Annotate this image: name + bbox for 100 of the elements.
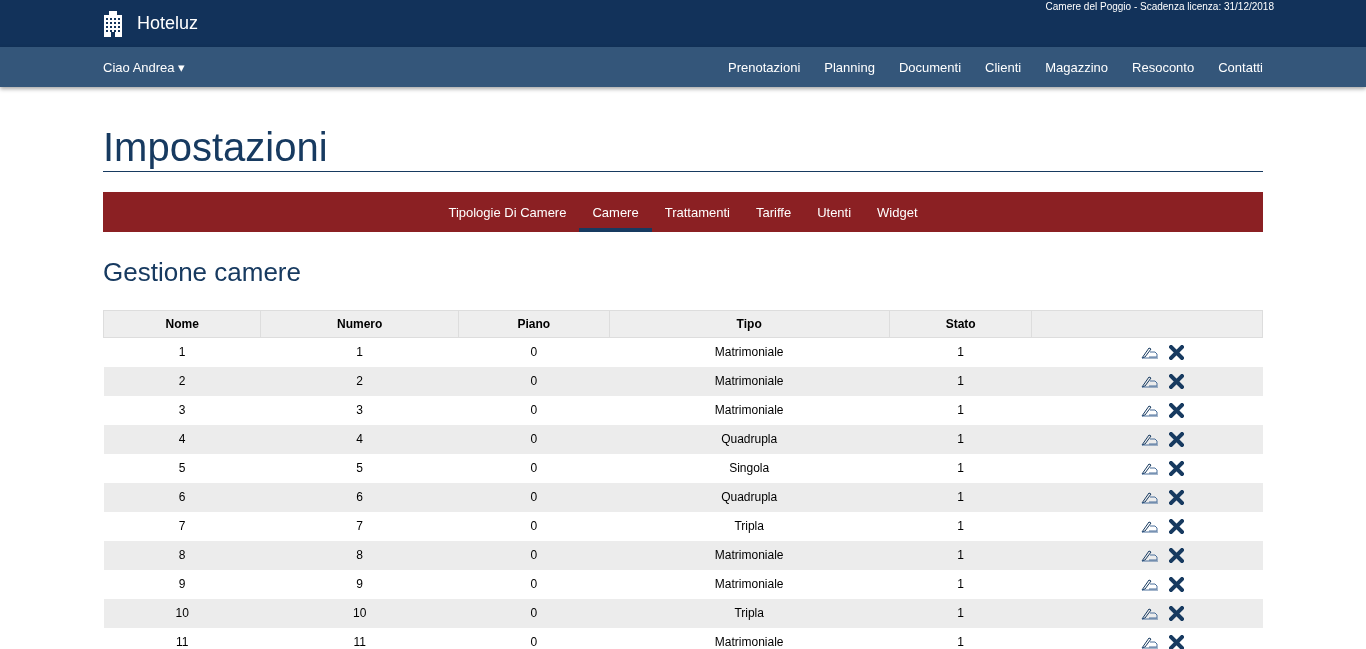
pen-hand-icon[interactable] bbox=[1140, 577, 1159, 591]
column-header: Numero bbox=[260, 310, 459, 338]
delete-icon[interactable] bbox=[1168, 402, 1184, 418]
table-cell: Tripla bbox=[609, 511, 890, 541]
pen-hand-icon[interactable] bbox=[1140, 403, 1159, 417]
table-cell: 5 bbox=[260, 453, 459, 483]
column-header: Tipo bbox=[609, 310, 890, 338]
pen-hand-icon[interactable] bbox=[1140, 432, 1159, 446]
table-cell: 11 bbox=[103, 627, 261, 649]
column-header: Stato bbox=[889, 310, 1032, 338]
nav-link[interactable]: Resoconto bbox=[1120, 59, 1207, 75]
table-cell: 0 bbox=[458, 337, 609, 367]
table-cell: 1 bbox=[889, 337, 1032, 367]
table-cell: 3 bbox=[260, 395, 459, 425]
table-cell: 0 bbox=[458, 482, 609, 512]
table-cell: 0 bbox=[458, 395, 609, 425]
table-cell: 0 bbox=[458, 569, 609, 599]
table-cell: 4 bbox=[103, 424, 261, 454]
table-cell: 9 bbox=[260, 569, 459, 599]
page-title: Impostazioni bbox=[103, 125, 1263, 172]
brand-name[interactable]: Hoteluz bbox=[137, 13, 199, 34]
table-cell: 1 bbox=[889, 627, 1032, 649]
nav-link[interactable]: Clienti bbox=[973, 59, 1034, 75]
table-cell: Matrimoniale bbox=[609, 395, 890, 425]
nav-link[interactable]: Prenotazioni bbox=[716, 59, 813, 75]
table-cell: 2 bbox=[103, 366, 261, 396]
pen-hand-icon[interactable] bbox=[1140, 606, 1159, 620]
pen-hand-icon[interactable] bbox=[1140, 490, 1159, 504]
table-cell: Singola bbox=[609, 453, 890, 483]
delete-icon[interactable] bbox=[1168, 460, 1184, 476]
table-cell: 6 bbox=[260, 482, 459, 512]
table-cell: 1 bbox=[889, 482, 1032, 512]
table-cell: Matrimoniale bbox=[609, 627, 890, 649]
pen-hand-icon[interactable] bbox=[1140, 519, 1159, 533]
table-cell: Matrimoniale bbox=[609, 540, 890, 570]
section-title: Gestione camere bbox=[103, 256, 302, 288]
table-cell: 3 bbox=[103, 395, 261, 425]
table-cell: 0 bbox=[458, 366, 609, 396]
settings-tab[interactable]: Tipologie Di Camere bbox=[435, 192, 580, 232]
user-menu[interactable]: Ciao Andrea ▾ bbox=[103, 59, 186, 75]
table-cell: 7 bbox=[260, 511, 459, 541]
delete-icon[interactable] bbox=[1168, 605, 1184, 621]
table-cell: 7 bbox=[103, 511, 261, 541]
table-cell: Quadrupla bbox=[609, 482, 890, 512]
table-cell: 6 bbox=[103, 482, 261, 512]
table-cell: 4 bbox=[260, 424, 459, 454]
table-cell: 0 bbox=[458, 540, 609, 570]
nav-link[interactable]: Magazzino bbox=[1033, 59, 1121, 75]
delete-icon[interactable] bbox=[1168, 518, 1184, 534]
table-cell: 5 bbox=[103, 453, 261, 483]
delete-icon[interactable] bbox=[1168, 373, 1184, 389]
table-cell: 11 bbox=[260, 627, 459, 649]
table-cell: Matrimoniale bbox=[609, 366, 890, 396]
table-cell: 2 bbox=[260, 366, 459, 396]
nav-link[interactable]: Planning bbox=[812, 59, 887, 75]
table-cell: 1 bbox=[889, 540, 1032, 570]
table-cell: 9 bbox=[103, 569, 261, 599]
delete-icon[interactable] bbox=[1168, 547, 1184, 563]
settings-tab[interactable]: Utenti bbox=[804, 192, 865, 232]
pen-hand-icon[interactable] bbox=[1140, 374, 1159, 388]
delete-icon[interactable] bbox=[1168, 576, 1184, 592]
pen-hand-icon[interactable] bbox=[1140, 461, 1159, 475]
table-cell: 10 bbox=[103, 598, 261, 628]
table-cell: 0 bbox=[458, 598, 609, 628]
settings-tab[interactable]: Camere bbox=[579, 192, 652, 232]
building-icon bbox=[103, 10, 123, 37]
table-cell: 0 bbox=[458, 511, 609, 541]
nav-link[interactable]: Contatti bbox=[1206, 59, 1263, 75]
table-cell: 1 bbox=[889, 453, 1032, 483]
table-cell: 1 bbox=[889, 569, 1032, 599]
nav-link[interactable]: Documenti bbox=[886, 59, 974, 75]
table-cell: Tripla bbox=[609, 598, 890, 628]
table-cell: Quadrupla bbox=[609, 424, 890, 454]
table-cell: 1 bbox=[889, 598, 1032, 628]
delete-icon[interactable] bbox=[1168, 344, 1184, 360]
table-cell: 1 bbox=[889, 366, 1032, 396]
delete-icon[interactable] bbox=[1168, 489, 1184, 505]
settings-tab[interactable]: Trattamenti bbox=[651, 192, 743, 232]
table-cell: 1 bbox=[260, 337, 459, 367]
table-cell: 0 bbox=[458, 453, 609, 483]
table-cell: 1 bbox=[889, 395, 1032, 425]
table-cell: 10 bbox=[260, 598, 459, 628]
table-cell: 1 bbox=[889, 424, 1032, 454]
table-cell: 1 bbox=[103, 337, 261, 367]
delete-icon[interactable] bbox=[1168, 431, 1184, 447]
table-cell: Matrimoniale bbox=[609, 337, 890, 367]
table-cell: 8 bbox=[103, 540, 261, 570]
settings-tab[interactable]: Tariffe bbox=[742, 192, 805, 232]
table-cell: 0 bbox=[458, 424, 609, 454]
pen-hand-icon[interactable] bbox=[1140, 548, 1159, 562]
pen-hand-icon[interactable] bbox=[1140, 345, 1159, 360]
settings-tab[interactable]: Widget bbox=[864, 192, 931, 232]
table-cell: 0 bbox=[458, 627, 609, 649]
column-header: Piano bbox=[458, 310, 609, 338]
table-cell: 8 bbox=[260, 540, 459, 570]
license-info: Camere del Poggio - Scadenza licenza: 31/12/2018 bbox=[1045, 1, 1274, 12]
delete-icon[interactable] bbox=[1168, 634, 1184, 649]
pen-hand-icon[interactable] bbox=[1140, 635, 1159, 649]
table-cell: Matrimoniale bbox=[609, 569, 890, 599]
column-header: Nome bbox=[103, 310, 261, 338]
